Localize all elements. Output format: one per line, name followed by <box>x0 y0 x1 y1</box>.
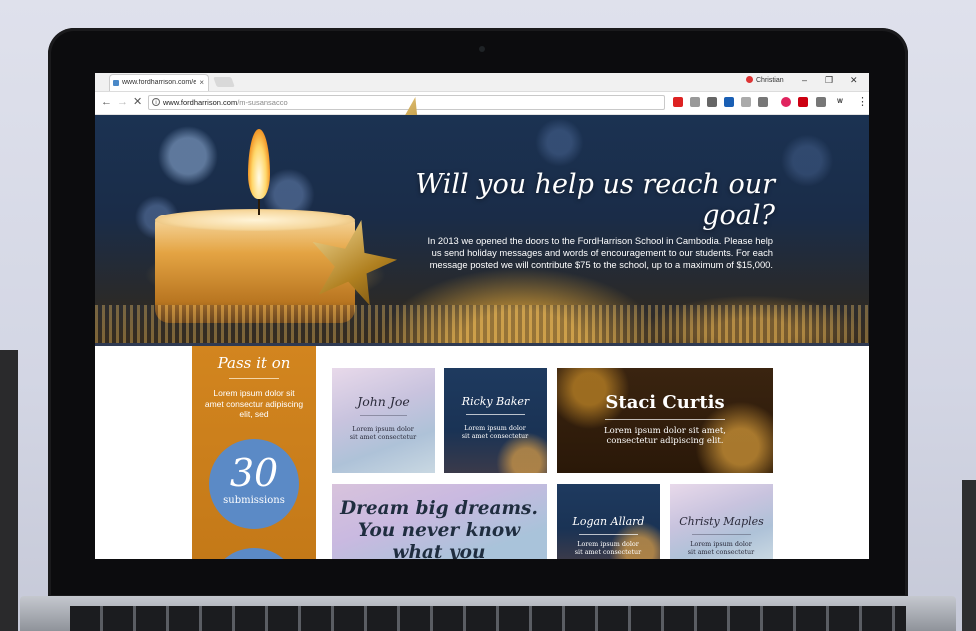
tab-title: www.fordharrison.com/e <box>122 79 196 86</box>
browser-menu-icon[interactable]: ⋮ <box>857 96 868 108</box>
adblock-extension-icon[interactable] <box>673 97 683 107</box>
back-arrow-icon[interactable]: ← <box>101 96 112 108</box>
card-divider <box>360 415 407 416</box>
tab-close-icon[interactable]: × <box>199 78 204 87</box>
forward-arrow-icon[interactable]: → <box>117 96 128 108</box>
sidebar-divider <box>229 378 279 379</box>
hero-banner: Will you help us reach our goal? In 2013… <box>95 115 869 343</box>
card-divider <box>466 414 525 415</box>
card-message: Lorem ipsum dolor sit amet consectetur <box>574 540 642 556</box>
candle-wick <box>258 197 260 215</box>
close-window-icon[interactable]: ✕ <box>850 75 858 86</box>
candle-top <box>155 209 355 231</box>
card-author-name: Staci Curtis <box>605 392 725 413</box>
secondary-counter-circle <box>209 548 299 559</box>
card-divider <box>692 534 751 535</box>
hero-description: In 2013 we opened the doors to the FordH… <box>427 235 773 270</box>
browser-tab-bar: www.fordharrison.com/e × Christian – ❐ ✕ <box>95 73 869 92</box>
extension-icon[interactable] <box>724 97 734 107</box>
submissions-counter: 30 submissions <box>209 439 299 529</box>
extension-icon[interactable]: W <box>835 97 845 107</box>
cast-icon[interactable] <box>816 97 826 107</box>
card-author-name: Ricky Baker <box>461 395 530 408</box>
stop-loading-icon[interactable]: ✕ <box>133 96 142 108</box>
webcam <box>479 46 485 52</box>
quote-text: Dream big dreams. You never know what yo… <box>340 498 538 559</box>
minimize-icon[interactable]: – <box>802 75 807 85</box>
submissions-count: 30 <box>229 451 279 495</box>
card-message: Lorem ipsum dolor sit amet consectetur <box>461 424 529 440</box>
extension-icon[interactable] <box>798 97 808 107</box>
address-bar[interactable]: i www.fordharrison.com/m-susansacco ☆ <box>148 95 665 110</box>
sidebar-title: Pass it on <box>217 354 291 372</box>
message-card[interactable]: John Joe Lorem ipsum dolor sit amet cons… <box>332 368 435 473</box>
profile-button[interactable]: Christian <box>746 76 784 84</box>
extension-icon[interactable] <box>741 97 751 107</box>
pass-it-on-sidebar: Pass it on Lorem ipsum dolor sit amet co… <box>192 346 316 559</box>
hero-title: Will you help us reach our goal? <box>415 169 775 231</box>
favicon-icon <box>113 80 119 86</box>
glitter-floor <box>95 305 869 343</box>
message-card[interactable]: Christy Maples Lorem ipsum dolor sit ame… <box>670 484 773 559</box>
message-card-featured[interactable]: Staci Curtis Lorem ipsum dolor sit amet,… <box>557 368 773 473</box>
monitor-stand-left <box>0 350 18 631</box>
url-path: /m-susansacco <box>237 98 288 107</box>
card-message: Lorem ipsum dolor sit amet, consectetur … <box>603 426 726 446</box>
message-card[interactable]: Logan Allard Lorem ipsum dolor sit amet … <box>557 484 660 559</box>
site-info-icon[interactable]: i <box>152 98 160 106</box>
card-author-name: John Joe <box>357 394 410 409</box>
extension-icon[interactable] <box>690 97 700 107</box>
card-author-name: Christy Maples <box>679 515 764 528</box>
pinterest-icon[interactable] <box>781 97 791 107</box>
card-message: Lorem ipsum dolor sit amet consectetur <box>687 540 755 556</box>
card-divider <box>605 419 725 420</box>
submissions-label: submissions <box>223 495 285 506</box>
card-message: Lorem ipsum dolor sit amet consectetur <box>349 425 417 441</box>
profile-avatar-icon <box>746 76 753 83</box>
restore-icon[interactable]: ❐ <box>825 75 833 86</box>
message-card[interactable]: Ricky Baker Lorem ipsum dolor sit amet c… <box>444 368 547 473</box>
browser-tab[interactable]: www.fordharrison.com/e × <box>109 74 209 91</box>
quote-card[interactable]: Dream big dreams. You never know what yo… <box>332 484 547 559</box>
keyboard <box>70 606 906 631</box>
sidebar-text: Lorem ipsum dolor sit amet consectur adi… <box>204 388 304 419</box>
browser-toolbar: ← → ✕ i www.fordharrison.com/m-susansacc… <box>95 92 869 115</box>
candle-flame <box>248 129 270 199</box>
extension-icon[interactable] <box>758 97 768 107</box>
card-divider <box>579 534 638 535</box>
extension-icon[interactable] <box>707 97 717 107</box>
card-author-name: Logan Allard <box>572 515 645 528</box>
monitor-stand-right <box>962 480 976 631</box>
profile-name: Christian <box>756 77 784 84</box>
new-tab-button[interactable] <box>213 77 235 87</box>
laptop-screen: www.fordharrison.com/e × Christian – ❐ ✕… <box>95 73 869 559</box>
url-domain: www.fordharrison.com <box>163 98 238 107</box>
